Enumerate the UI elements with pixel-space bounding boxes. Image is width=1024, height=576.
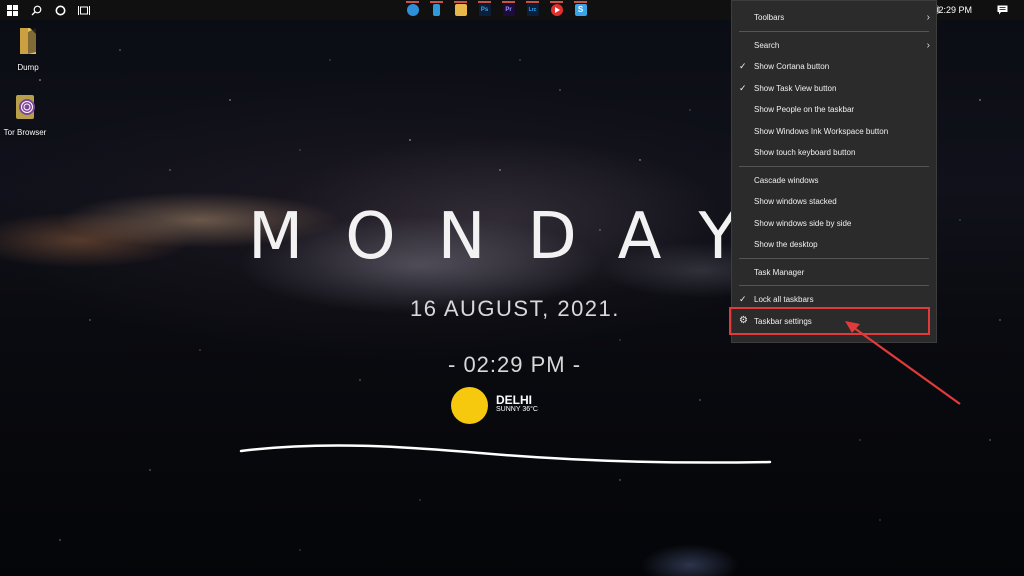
highlight-box [729, 307, 930, 335]
menu-item-show-touch-keyboard[interactable]: Show touch keyboard button [732, 142, 936, 164]
widget-weather: SUNNY 36°C [496, 406, 538, 413]
taskbar-clock[interactable]: 02:29 PM [933, 5, 972, 15]
youtube-icon[interactable] [548, 1, 565, 19]
widget-day: MONDAY [248, 200, 768, 274]
widget-city: DELHI [496, 393, 532, 407]
tor-browser-icon [16, 95, 35, 119]
desktop-icon-label: Tor Browser [3, 128, 47, 137]
menu-item-show-people[interactable]: Show People on the taskbar [732, 99, 936, 121]
search-icon[interactable] [24, 0, 48, 20]
menu-item-label: Show windows side by side [754, 218, 852, 228]
menu-item-label: Show People on the taskbar [754, 105, 855, 115]
folder-icon [20, 28, 36, 54]
menu-item-show-task-view-button[interactable]: ✓ Show Task View button [732, 78, 936, 100]
chevron-right-icon: › [926, 12, 930, 23]
notification-icon[interactable] [990, 0, 1014, 20]
desktop-icon-label: Dump [17, 63, 39, 72]
menu-item-label: Lock all taskbars [754, 295, 814, 305]
menu-separator [739, 285, 929, 286]
menu-item-cascade-windows[interactable]: Cascade windows [732, 170, 936, 192]
snipping-tool-icon[interactable]: S [572, 1, 589, 19]
edge-icon[interactable] [404, 1, 421, 19]
chevron-right-icon: › [926, 39, 930, 51]
menu-item-show-windows-stacked[interactable]: Show windows stacked [732, 191, 936, 213]
menu-separator [739, 30, 929, 32]
menu-item-show-cortana-button[interactable]: ✓ Show Cortana button [732, 56, 936, 78]
file-explorer-icon[interactable] [452, 1, 469, 19]
checkmark-icon: ✓ [739, 294, 747, 304]
menu-item-show-the-desktop[interactable]: Show the desktop [732, 234, 936, 256]
system-tray: 02:29 PM [933, 0, 1024, 20]
menu-separator [739, 257, 929, 259]
menu-item-task-manager[interactable]: Task Manager [732, 262, 936, 284]
menu-item-label: Search [754, 40, 780, 50]
desktop-icon-dump[interactable]: Dump [0, 26, 56, 72]
checkmark-icon: ✓ [739, 61, 747, 71]
menu-item-label: Show the desktop [754, 240, 818, 250]
desktop-icon-tor-browser[interactable]: Tor Browser [0, 93, 53, 137]
menu-item-toolbars[interactable]: Toolbars › [732, 7, 936, 29]
menu-item-label: Show Cortana button [754, 62, 830, 72]
menu-item-label: Show Windows Ink Workspace button [754, 126, 889, 136]
cortana-circle-icon[interactable] [48, 0, 72, 20]
checkmark-icon: ✓ [739, 82, 747, 93]
photoshop-icon[interactable]: Ps [476, 1, 493, 19]
menu-item-show-windows-ink[interactable]: Show Windows Ink Workspace button [732, 121, 936, 143]
task-view-icon[interactable] [72, 0, 96, 20]
menu-item-label: Cascade windows [754, 175, 819, 185]
phone-icon[interactable] [428, 1, 445, 19]
menu-item-label: Toolbars [754, 13, 785, 23]
sun-icon [451, 387, 488, 424]
menu-item-search[interactable]: Search › [732, 35, 936, 57]
menu-item-label: Task Manager [754, 267, 805, 277]
lightroom-classic-icon[interactable]: Lrc [524, 1, 541, 19]
menu-item-label: Show Task View button [754, 83, 837, 93]
widget-time: - 02:29 PM - [448, 352, 582, 377]
menu-item-label: Show touch keyboard button [754, 148, 856, 158]
premiere-icon[interactable]: Pr [500, 1, 517, 19]
menu-item-label: Show windows stacked [754, 197, 837, 207]
menu-separator [739, 165, 929, 167]
widget-date: 16 AUGUST, 2021. [410, 296, 620, 321]
taskbar-context-menu: Toolbars › Search › ✓ Show Cortana butto… [731, 0, 937, 343]
windows-logo-icon[interactable] [0, 0, 24, 20]
pinned-apps: Ps Pr Lrc S [404, 0, 589, 20]
menu-item-show-windows-side-by-side[interactable]: Show windows side by side [732, 213, 936, 235]
